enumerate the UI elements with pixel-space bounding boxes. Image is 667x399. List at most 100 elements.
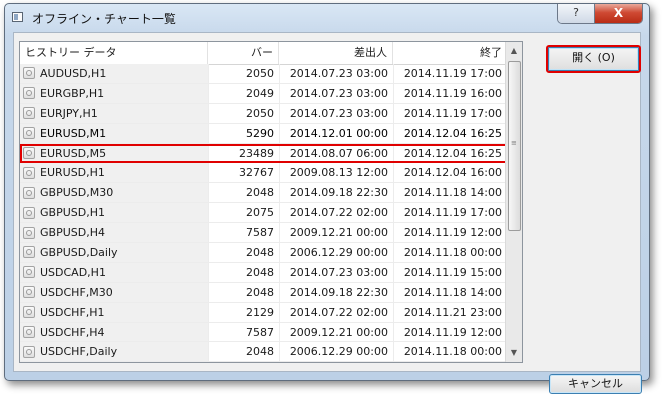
scroll-grip-icon: ≡: [511, 139, 517, 147]
to-cell: 2014.11.19 12:00: [393, 322, 507, 342]
bars-cell: 23489: [208, 143, 279, 163]
to-cell: 2014.11.18 14:00: [393, 183, 507, 203]
to-cell: 2014.11.19 17:00: [393, 103, 507, 123]
vertical-scrollbar[interactable]: ▲ ≡ ▼: [505, 42, 522, 362]
bars-cell: 7587: [208, 223, 279, 243]
symbol-label: USDCHF,H1: [40, 305, 105, 319]
table-row[interactable]: EURJPY,H1 2050 2014.07.23 03:00 2014.11.19 …: [20, 103, 507, 124]
table-row[interactable]: EURGBP,H1 2049 2014.07.23 03:00 2014.11.19 …: [20, 83, 507, 104]
symbol-label: USDCHF,Daily: [40, 345, 118, 359]
column-header-to[interactable]: 終了: [393, 42, 507, 64]
list-header: ヒストリー データ バー 差出人 終了: [20, 42, 507, 65]
from-cell: 2014.07.23 03:00: [279, 64, 393, 83]
symbol-label: GBPUSD,Daily: [40, 245, 118, 259]
open-button[interactable]: 開く (O): [546, 45, 641, 73]
to-cell: 2014.11.19 12:00: [393, 223, 507, 243]
symbol-cell: EURUSD,M5: [20, 143, 208, 163]
table-row[interactable]: EURUSD,H1 32767 2009.08.13 12:00 2014.12.04…: [20, 163, 507, 184]
from-cell: 2014.07.22 02:00: [279, 203, 393, 223]
to-cell: 2014.11.19 17:00: [393, 203, 507, 223]
symbol-label: GBPUSD,H1: [40, 206, 105, 220]
symbol-cell: GBPUSD,M30: [20, 183, 208, 203]
chart-symbol-icon: [23, 127, 35, 140]
from-cell: 2009.12.21 00:00: [279, 223, 393, 243]
to-cell: 2014.12.04 16:00: [393, 163, 507, 183]
symbol-cell: GBPUSD,H4: [20, 223, 208, 243]
from-cell: 2014.07.23 03:00: [279, 262, 393, 282]
column-header-bars[interactable]: バー: [208, 42, 279, 64]
symbol-label: EURUSD,M5: [40, 146, 107, 160]
scrollbar-thumb[interactable]: ≡: [508, 61, 521, 231]
symbol-cell: USDCHF,H1: [20, 302, 208, 322]
scroll-down-icon[interactable]: ▼: [506, 345, 522, 361]
symbol-cell: USDCHF,M30: [20, 282, 208, 302]
scroll-up-icon[interactable]: ▲: [506, 43, 522, 59]
table-row[interactable]: EURUSD,M1 5290 2014.12.01 00:00 2014.12.04 …: [20, 123, 507, 144]
table-row[interactable]: USDCHF,H1 2129 2014.07.22 02:00 2014.11.21 …: [20, 302, 507, 323]
symbol-label: EURGBP,H1: [40, 86, 105, 100]
bars-cell: 2050: [208, 103, 279, 123]
window-controls: ? X: [557, 4, 643, 24]
to-cell: 2014.11.18 00:00: [393, 342, 507, 362]
from-cell: 2014.09.18 22:30: [279, 282, 393, 302]
chart-symbol-icon: [23, 246, 35, 259]
table-row[interactable]: GBPUSD,M30 2048 2014.09.18 22:30 2014.11.18…: [20, 183, 507, 204]
symbol-cell: USDCHF,Daily: [20, 342, 208, 362]
list-rows: AUDUSD,H1 2050 2014.07.23 03:00 2014.11.19 …: [20, 64, 507, 362]
column-header-from[interactable]: 差出人: [279, 42, 393, 64]
bars-cell: 5290: [208, 123, 279, 143]
dialog-body: ヒストリー データ バー 差出人 終了 AUDUSD,H1 2050 2014.07…: [13, 32, 642, 394]
bars-cell: 2075: [208, 203, 279, 223]
table-row[interactable]: USDCAD,H1 2048 2014.07.23 03:00 2014.11.19 …: [20, 262, 507, 283]
from-cell: 2014.09.18 22:30: [279, 183, 393, 203]
chart-symbol-icon: [23, 166, 35, 179]
to-cell: 2014.11.18 14:00: [393, 282, 507, 302]
symbol-cell: EURUSD,M1: [20, 123, 208, 143]
from-cell: 2014.08.07 06:00: [279, 143, 393, 163]
table-row[interactable]: USDCHF,H4 7587 2009.12.21 00:00 2014.11.19 …: [20, 322, 507, 343]
bars-cell: 2050: [208, 64, 279, 83]
from-cell: 2014.07.23 03:00: [279, 103, 393, 123]
table-row[interactable]: USDCHF,Daily 2048 2006.12.29 00:00 2014.11.…: [20, 342, 507, 362]
chart-symbol-icon: [23, 87, 35, 100]
symbol-cell: EURGBP,H1: [20, 83, 208, 103]
chart-symbol-icon: [23, 286, 35, 299]
bars-cell: 32767: [208, 163, 279, 183]
symbol-cell: USDCHF,H4: [20, 322, 208, 342]
from-cell: 2006.12.29 00:00: [279, 342, 393, 362]
close-button[interactable]: X: [595, 4, 642, 23]
to-cell: 2014.11.18 00:00: [393, 243, 507, 262]
to-cell: 2014.12.04 16:25: [393, 123, 507, 143]
table-row[interactable]: EURUSD,M5 23489 2014.08.07 06:00 2014.12.04…: [20, 143, 507, 164]
bars-cell: 2048: [208, 183, 279, 203]
chart-symbol-icon: [23, 206, 35, 219]
symbol-cell: AUDUSD,H1: [20, 64, 208, 83]
to-cell: 2014.11.19 15:00: [393, 262, 507, 282]
window-title: オフライン・チャート一覧: [32, 12, 176, 26]
chart-symbol-icon: [23, 226, 35, 239]
cancel-button[interactable]: キャンセル: [549, 374, 642, 394]
symbol-label: GBPUSD,H4: [40, 226, 105, 240]
chart-symbol-icon: [23, 345, 35, 358]
bars-cell: 2048: [208, 282, 279, 302]
chart-symbol-icon: [23, 306, 35, 319]
symbol-cell: EURJPY,H1: [20, 103, 208, 123]
column-header-history[interactable]: ヒストリー データ: [20, 42, 208, 64]
from-cell: 2006.12.29 00:00: [279, 243, 393, 262]
chart-symbol-icon: [23, 186, 35, 199]
to-cell: 2014.11.21 23:00: [393, 302, 507, 322]
help-button[interactable]: ?: [558, 4, 595, 23]
table-row[interactable]: GBPUSD,Daily 2048 2006.12.29 00:00 2014.11.…: [20, 243, 507, 263]
history-list[interactable]: ヒストリー データ バー 差出人 終了 AUDUSD,H1 2050 2014.07…: [19, 41, 523, 363]
to-cell: 2014.12.04 16:25: [393, 143, 507, 163]
symbol-cell: EURUSD,H1: [20, 163, 208, 183]
symbol-cell: USDCAD,H1: [20, 262, 208, 282]
bars-cell: 2048: [208, 243, 279, 262]
table-row[interactable]: GBPUSD,H1 2075 2014.07.22 02:00 2014.11.19 …: [20, 203, 507, 224]
from-cell: 2009.12.21 00:00: [279, 322, 393, 342]
symbol-label: EURUSD,H1: [40, 166, 105, 180]
table-row[interactable]: USDCHF,M30 2048 2014.09.18 22:30 2014.11.18…: [20, 282, 507, 303]
bars-cell: 2048: [208, 262, 279, 282]
table-row[interactable]: GBPUSD,H4 7587 2009.12.21 00:00 2014.11.19 …: [20, 223, 507, 244]
table-row[interactable]: AUDUSD,H1 2050 2014.07.23 03:00 2014.11.19 …: [20, 64, 507, 84]
